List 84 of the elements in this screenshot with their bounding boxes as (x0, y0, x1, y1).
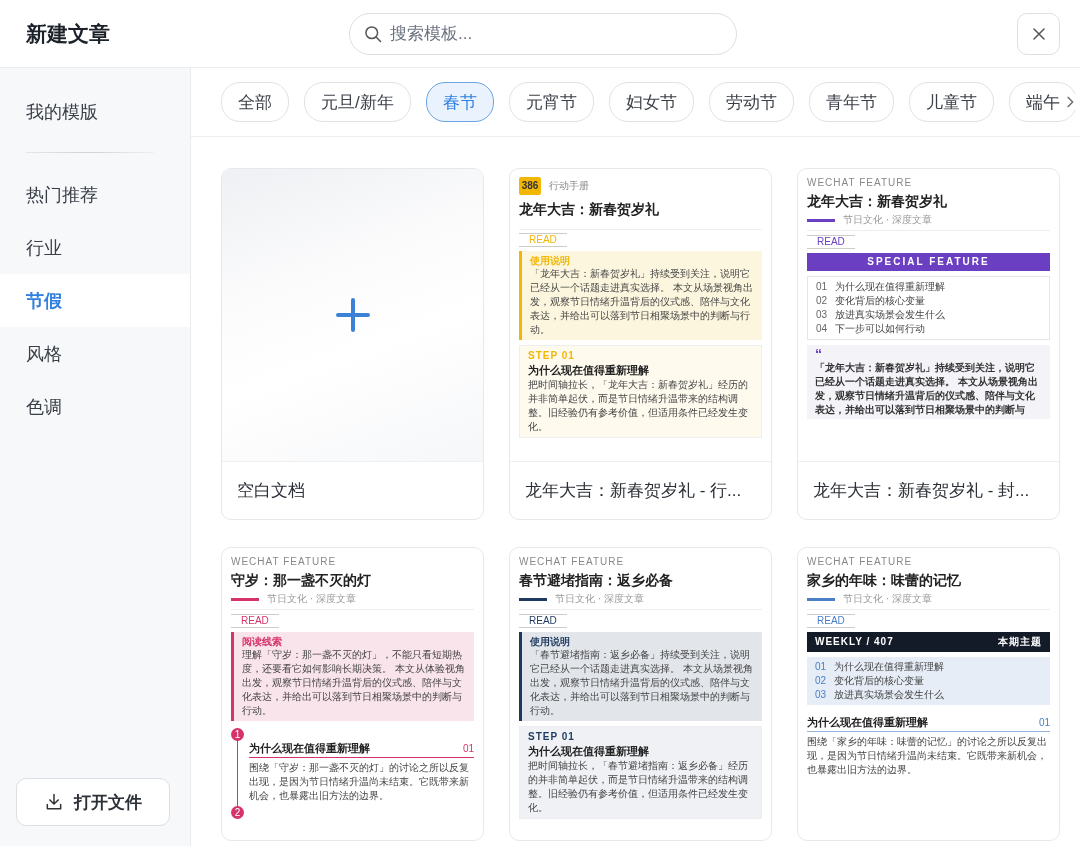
template-preview[interactable]: WECHAT FEATURE 家乡的年味：味蕾的记忆 节日文化 · 深度文章 READ WEEKLY / 407 本期主题 01 为什么现在值得重新理解 02 变化背后的核心变量 03 放进真实场景会发生什么 为什么现在值得重新理解 01 围绕「家乡的年味：味蕾的记忆」的讨论之所以反复出现，是因为节日情绪升温尚未结束。它既带来新机会，也暴露出旧方法的边界。 (798, 548, 1059, 840)
category-tab[interactable]: 春节 (425, 82, 494, 122)
section-text: 围绕「家乡的年味：味蕾的记忆」的讨论之所以反复出现，是因为节日情绪升温尚未结束。它既带来新机会，也暴露出旧方法的边界。 (807, 735, 1048, 777)
step-label: STEP 01 (528, 730, 576, 743)
read-tag: READ (807, 235, 855, 249)
item-number: 04 (816, 322, 828, 336)
eyebrow-text: WECHAT FEATURE (807, 556, 914, 568)
sidebar-item[interactable]: 色调 (0, 380, 190, 433)
article-title: 家乡的年味：味蕾的记忆 (807, 571, 962, 590)
eyebrow-text: WECHAT FEATURE (807, 177, 914, 189)
template-name: 龙年大吉：新春贺岁礼 - 行... (510, 461, 771, 519)
sidebar-item[interactable]: 节假 (0, 274, 190, 327)
number-badge: 386 (519, 177, 541, 195)
item-text: 放进真实场景会发生什么 (835, 308, 946, 322)
article-title: 春节避堵指南：返乡必备 (519, 571, 674, 590)
read-tag: READ (807, 614, 855, 628)
section-heading: 为什么现在值得重新理解 (807, 715, 928, 730)
article-title: 龙年大吉：新春贺岁礼 (519, 199, 762, 230)
quote-mark: “ (815, 347, 823, 361)
read-tag: READ (231, 614, 279, 628)
eyebrow-text: WECHAT FEATURE (231, 556, 338, 568)
item-text: 放进真实场景会发生什么 (834, 688, 945, 702)
article-title: 守岁：那一盏不灭的灯 (231, 571, 372, 590)
sidebar-item[interactable]: 热门推荐 (0, 168, 190, 221)
dialog-title: 新建文章 (26, 20, 111, 47)
item-number: 01 (815, 660, 827, 674)
callout-label: 使用说明 (530, 635, 571, 648)
section-label: 行动手册 (549, 179, 589, 193)
item-text: 变化背后的核心变量 (834, 674, 925, 688)
section-text: 围绕「守岁：那一盏不灭的灯」的讨论之所以反复出现，是因为节日情绪升温尚未结束。它既带来新机会，也暴露出旧方法的边界。 (249, 761, 470, 803)
read-tag: READ (519, 614, 567, 628)
callout-text: 「龙年大吉：新春贺岁礼」持续受到关注，说明它已经从一个话题走进真实选择。 本文从场景视角出发，观察节日情绪升温背后的仪式感、陪伴与文化表达，并给出可以落到节日相聚场景中的判断与行动。 (530, 267, 754, 337)
category-tab[interactable]: 元旦/新年 (304, 82, 411, 122)
item-number: 02 (816, 294, 828, 308)
category-text: 节日文化 · 深度文章 (843, 593, 932, 605)
step-heading: 为什么现在值得重新理解 (528, 363, 650, 378)
category-text: 节日文化 · 深度文章 (843, 214, 932, 226)
section-number: 01 (1038, 716, 1050, 730)
step-label: STEP 01 (528, 349, 576, 362)
callout-text: 理解「守岁：那一盏不灭的灯」，不能只看短期热度，还要看它如何影响长期决策。 本文从体验视角出发，观察节日情绪升温背后的仪式感、陪伴与文化表达，并给出可以落到节日相聚场景中的判断与行动。 (242, 648, 466, 718)
category-tab[interactable]: 元宵节 (508, 82, 594, 122)
section-heading: 为什么现在值得重新理解 (249, 741, 370, 756)
category-tab[interactable]: 青年节 (808, 82, 894, 122)
article-title: 龙年大吉：新春贺岁礼 (807, 192, 948, 211)
item-number: 02 (815, 674, 827, 688)
eyebrow-text: WECHAT FEATURE (519, 556, 626, 568)
step-heading: 为什么现在值得重新理解 (528, 744, 650, 759)
step-number-badge: 1 (231, 728, 244, 741)
item-number: 01 (816, 280, 828, 294)
download-icon (44, 792, 64, 812)
theme-label: 本期主题 (998, 635, 1042, 649)
category-tab[interactable]: 端午 (1008, 82, 1077, 122)
search-icon (363, 23, 383, 44)
item-text: 变化背后的核心变量 (835, 294, 926, 308)
step-text: 把时间轴拉长，「春节避堵指南：返乡必备」经历的并非简单起伏，而是节日情绪升温带来的结构调整。旧经验仍有参考价值，但适用条件已经发生变化。 (528, 759, 749, 815)
callout-label: 使用说明 (530, 254, 571, 267)
read-tag: READ (519, 233, 567, 247)
item-number: 03 (816, 308, 828, 322)
item-number: 03 (815, 688, 827, 702)
template-name: 龙年大吉：新春贺岁礼 - 封... (798, 461, 1059, 519)
issue-label: WEEKLY / 407 (815, 635, 894, 649)
sidebar-item[interactable]: 行业 (0, 221, 190, 274)
category-text: 节日文化 · 深度文章 (555, 593, 644, 605)
callout-text: 「春节避堵指南：返乡必备」持续受到关注，说明它已经从一个话题走进真实选择。 本文从场景视角出发，观察节日情绪升温背后的仪式感、陪伴与文化表达，并给出可以落到节日相聚场景中的判断与行动。 (530, 648, 754, 718)
open-file-button[interactable]: 打开文件 (16, 778, 170, 826)
search-field[interactable]: 搜索模板... (349, 12, 737, 55)
feature-banner: SPECIAL FEATURE (807, 253, 1050, 271)
item-text: 下一步可以如何行动 (835, 322, 926, 336)
quote-text: 「龙年大吉：新春贺岁礼」持续受到关注，说明它已经从一个话题走进真实选择。 本文从场景视角出发，观察节日情绪升温背后的仪式感、陪伴与文化表达，并给出可以落到节日相聚场景中的判断与 (815, 361, 1039, 417)
callout-label: 阅读线索 (242, 635, 283, 648)
sidebar-item[interactable]: 我的模版 (0, 85, 190, 138)
section-number: 01 (462, 742, 474, 756)
category-text: 节日文化 · 深度文章 (267, 593, 356, 605)
close-button[interactable] (1017, 12, 1060, 55)
template-name: 空白文档 (222, 461, 483, 519)
sidebar-item[interactable]: 风格 (0, 327, 190, 380)
step-text: 把时间轴拉长，「龙年大吉：新春贺岁礼」经历的并非简单起伏，而是节日情绪升温带来的结构调整。旧经验仍有参考价值，但适用条件已经发生变化。 (528, 378, 749, 434)
step-number-badge: 2 (231, 806, 244, 819)
category-tab[interactable]: 全部 (221, 82, 289, 122)
category-tab[interactable]: 儿童节 (908, 82, 994, 122)
item-text: 为什么现在值得重新理解 (834, 660, 945, 674)
category-tab[interactable]: 劳动节 (708, 82, 794, 122)
category-tab[interactable]: 妇女节 (608, 82, 694, 122)
item-text: 为什么现在值得重新理解 (835, 280, 946, 294)
